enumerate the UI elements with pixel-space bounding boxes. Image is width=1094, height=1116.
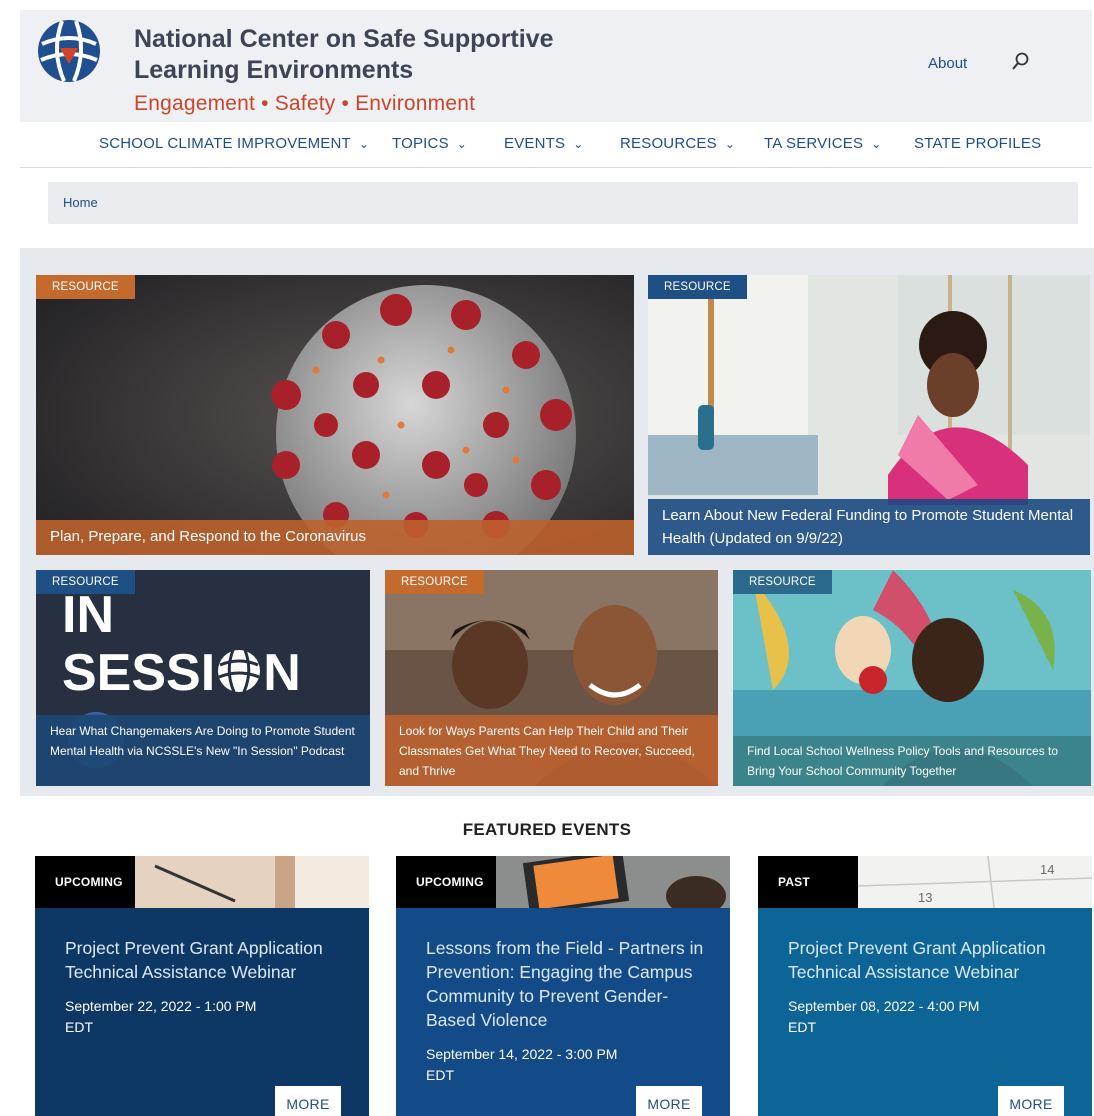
nav-label: TA SERVICES bbox=[764, 135, 864, 152]
resource-caption[interactable]: Hear What Changemakers Are Doing to Prom… bbox=[36, 715, 370, 786]
event-card[interactable]: UPCOMING Project Prevent Grant Applicati… bbox=[35, 856, 369, 1116]
nav-label: TOPICS bbox=[392, 135, 449, 152]
resource-caption[interactable]: Learn About New Federal Funding to Promo… bbox=[648, 499, 1090, 555]
event-body: Project Prevent Grant Application Techni… bbox=[758, 908, 1092, 1116]
event-card[interactable]: 13 14 PAST Project Prevent Grant Applica… bbox=[758, 856, 1092, 1116]
resource-caption[interactable]: Find Local School Wellness Policy Tools … bbox=[733, 736, 1091, 786]
coronavirus-image bbox=[36, 275, 634, 555]
site-tagline: Engagement • Safety • Environment bbox=[134, 92, 476, 115]
resource-card-in-session-podcast[interactable]: IN SESSI N RESOURCE Hear What Changemaker… bbox=[36, 570, 370, 786]
chevron-down-icon: ⌄ bbox=[573, 137, 584, 151]
resource-card-school-wellness[interactable]: RESOURCE Find Local School Wellness Poli… bbox=[733, 570, 1091, 786]
event-timezone: EDT bbox=[426, 1067, 454, 1083]
event-timezone: EDT bbox=[788, 1019, 816, 1035]
event-title[interactable]: Lessons from the Field - Partners in Pre… bbox=[426, 936, 706, 1032]
event-more-button[interactable]: MORE bbox=[275, 1086, 341, 1116]
event-card[interactable]: UPCOMING Lessons from the Field - Partne… bbox=[396, 856, 730, 1116]
podcast-art-text-session: SESSI N bbox=[62, 644, 301, 702]
event-status-badge: UPCOMING bbox=[396, 856, 496, 908]
chevron-down-icon: ⌄ bbox=[724, 137, 736, 151]
resource-tag: RESOURCE bbox=[36, 570, 135, 594]
event-more-button[interactable]: MORE bbox=[998, 1086, 1064, 1116]
event-status-badge: PAST bbox=[758, 856, 858, 908]
event-title[interactable]: Project Prevent Grant Application Techni… bbox=[788, 936, 1068, 984]
nav-state-profiles[interactable]: STATE PROFILES bbox=[914, 135, 1041, 152]
event-status-badge: UPCOMING bbox=[35, 856, 135, 908]
event-body: Project Prevent Grant Application Techni… bbox=[35, 908, 369, 1116]
resource-tag: RESOURCE bbox=[385, 570, 484, 594]
event-body: Lessons from the Field - Partners in Pre… bbox=[396, 908, 730, 1116]
calendar-number-14: 14 bbox=[1040, 862, 1054, 877]
site-header: National Center on Safe Supportive Learn… bbox=[20, 10, 1092, 122]
chevron-down-icon: ⌄ bbox=[456, 137, 468, 151]
about-link[interactable]: About bbox=[928, 55, 967, 72]
site-title[interactable]: National Center on Safe Supportive Learn… bbox=[134, 24, 594, 86]
main-nav: SCHOOL CLIMATE IMPROVEMENT ⌄ TOPICS ⌄ EVEN… bbox=[20, 122, 1092, 168]
resource-carousel: RESOURCE Plan, Prepare, and Respond to t… bbox=[20, 248, 1094, 796]
event-date: September 08, 2022 - 4:00 PM bbox=[788, 998, 980, 1014]
breadcrumb-home-link[interactable]: Home bbox=[63, 195, 98, 210]
event-timezone: EDT bbox=[65, 1019, 93, 1035]
nav-events[interactable]: EVENTS ⌄ bbox=[504, 135, 583, 152]
podcast-art-text-in: IN bbox=[62, 586, 114, 644]
featured-events-heading: FEATURED EVENTS bbox=[462, 820, 632, 839]
nav-label: EVENTS bbox=[504, 135, 566, 152]
chevron-down-icon: ⌄ bbox=[358, 137, 370, 151]
breadcrumb: Home bbox=[48, 182, 1078, 224]
calendar-number-13: 13 bbox=[918, 890, 932, 905]
event-date: September 14, 2022 - 3:00 PM bbox=[426, 1046, 618, 1062]
resource-card-parents[interactable]: RESOURCE Look for Ways Parents Can Help … bbox=[385, 570, 718, 786]
podcast-art-text-part: N bbox=[263, 644, 301, 702]
resource-tag: RESOURCE bbox=[733, 570, 832, 594]
nav-label: RESOURCES bbox=[620, 135, 717, 152]
event-title[interactable]: Project Prevent Grant Application Techni… bbox=[65, 936, 345, 984]
event-more-button[interactable]: MORE bbox=[636, 1086, 702, 1116]
nav-topics[interactable]: TOPICS ⌄ bbox=[392, 135, 467, 152]
nav-label: STATE PROFILES bbox=[914, 135, 1042, 152]
podcast-art-text-part: SESSI bbox=[62, 644, 216, 702]
resource-caption[interactable]: Look for Ways Parents Can Help Their Chi… bbox=[385, 715, 718, 786]
nav-school-climate-improvement[interactable]: SCHOOL CLIMATE IMPROVEMENT ⌄ bbox=[99, 135, 369, 152]
resource-tag: RESOURCE bbox=[648, 275, 747, 299]
ncssle-logo-icon bbox=[218, 649, 261, 693]
nav-resources[interactable]: RESOURCES ⌄ bbox=[620, 135, 735, 152]
ncssle-logo-icon[interactable] bbox=[36, 18, 102, 84]
nav-label: SCHOOL CLIMATE IMPROVEMENT bbox=[99, 135, 351, 152]
chevron-down-icon: ⌄ bbox=[871, 137, 882, 151]
event-date: September 22, 2022 - 1:00 PM bbox=[65, 998, 257, 1014]
resource-card-coronavirus[interactable]: RESOURCE Plan, Prepare, and Respond to t… bbox=[36, 275, 634, 555]
nav-ta-services[interactable]: TA SERVICES ⌄ bbox=[764, 135, 881, 152]
resource-caption[interactable]: Plan, Prepare, and Respond to the Corona… bbox=[36, 520, 634, 555]
search-icon[interactable] bbox=[1010, 50, 1032, 72]
resource-tag: RESOURCE bbox=[36, 275, 135, 299]
resource-card-federal-funding[interactable]: RESOURCE Learn About New Federal Funding… bbox=[648, 275, 1090, 555]
